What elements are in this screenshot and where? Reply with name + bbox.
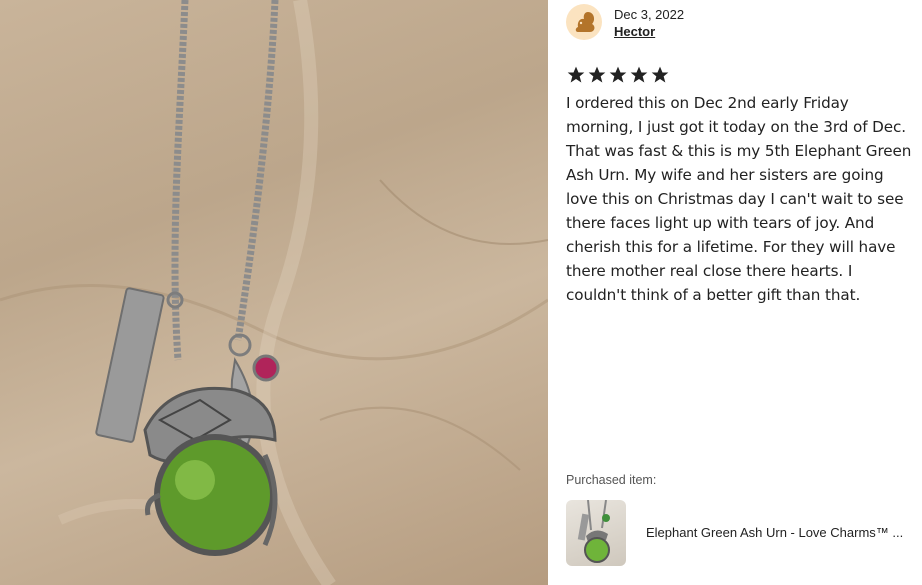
review-date: Dec 3, 2022 — [614, 7, 685, 22]
reviewer-name-link[interactable]: Hector — [614, 24, 655, 39]
star-icon — [567, 66, 585, 83]
necklace-photo-illustration — [0, 0, 548, 585]
review-text: I ordered this on Dec 2nd early Friday m… — [566, 94, 912, 304]
squirrel-avatar-icon[interactable] — [566, 4, 602, 40]
review-photo[interactable] — [0, 0, 548, 585]
star-rating — [566, 65, 670, 85]
star-icon — [651, 66, 669, 83]
purchased-item-title-link[interactable]: Elephant Green Ash Urn - Love Charms™ ..… — [646, 525, 914, 540]
review-panel: Dec 3, 2022 Hector I ordered this on Dec… — [548, 0, 922, 585]
purchased-item-thumbnail[interactable] — [566, 500, 626, 566]
star-icon — [609, 66, 627, 83]
purchased-item-label: Purchased item: — [566, 473, 657, 487]
star-icon — [630, 66, 648, 83]
star-icon — [588, 66, 606, 83]
review-card: Dec 3, 2022 Hector I ordered this on Dec… — [0, 0, 922, 585]
